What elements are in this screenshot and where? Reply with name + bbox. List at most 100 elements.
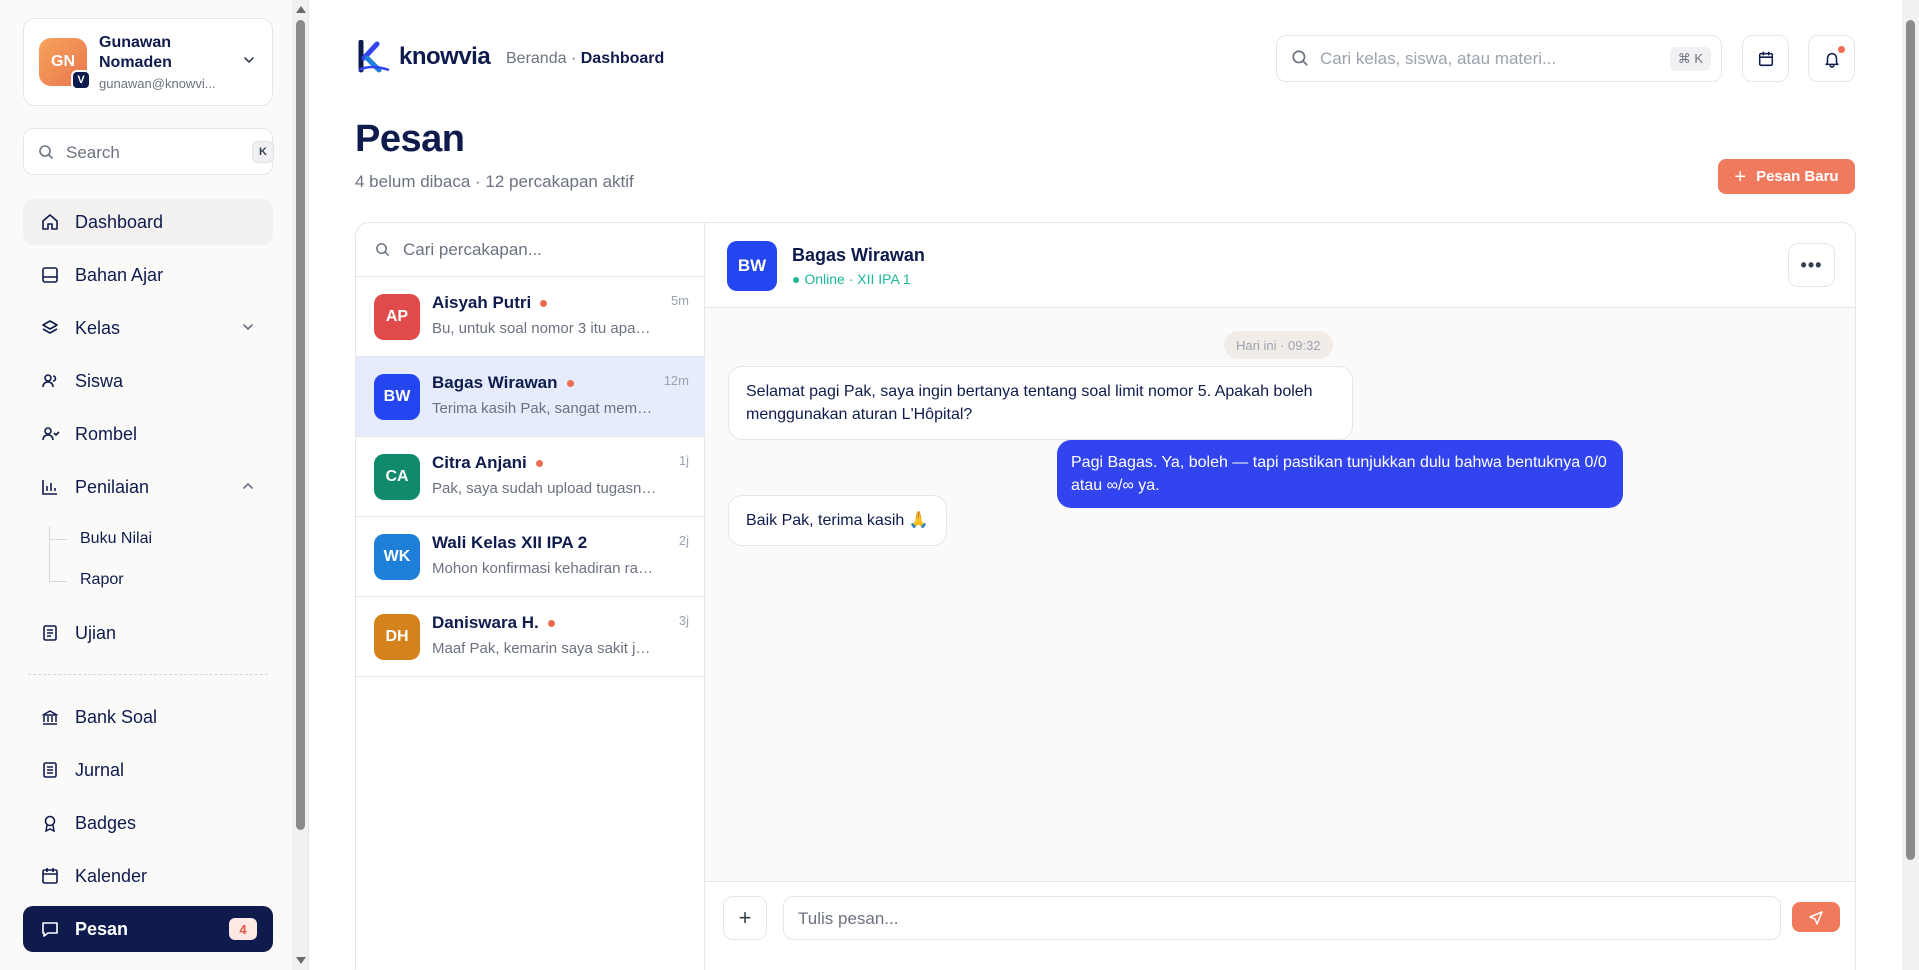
sidebar-item-label: Pesan xyxy=(75,918,129,939)
global-search[interactable]: Cari kelas, siswa, atau materi... ⌘ K xyxy=(1276,35,1722,82)
calendar-button[interactable] xyxy=(1742,35,1789,82)
chat-contact-status: ● Online · XII IPA 1 xyxy=(792,271,911,287)
conversation-item[interactable]: WK Wali Kelas XII IPA 2 Mohon konfirmasi k… xyxy=(356,517,705,597)
sidebar-item-kalender[interactable]: Kalender xyxy=(23,853,273,899)
award-icon xyxy=(39,812,61,834)
conversation-item[interactable]: BW Bagas Wirawan Terima kasih Pak, sangat … xyxy=(356,357,705,437)
user-card[interactable]: GN V Gunawan Nomaden gunawan@knowvi... xyxy=(23,18,273,106)
group-icon xyxy=(39,423,61,445)
sidebar-item-label: Siswa xyxy=(75,370,124,391)
main-content: knowvia Beranda · Dashboard Cari kelas, … xyxy=(309,0,1902,970)
sidebar-item-label: Penilaian xyxy=(75,476,150,497)
sidebar-item-dashboard[interactable]: Dashboard xyxy=(23,199,273,245)
sidebar: GN V Gunawan Nomaden gunawan@knowvi... S… xyxy=(0,0,292,970)
sidebar-item-penilaian[interactable]: Penilaian xyxy=(23,464,273,510)
conversation-time: 12m xyxy=(663,373,689,388)
breadcrumb-current: Dashboard xyxy=(580,50,665,67)
chat-area: BW Bagas Wirawan ● Online · XII IPA 1 ••… xyxy=(705,223,1855,970)
sidebar-subitem-buku-nilai[interactable]: Buku Nilai xyxy=(80,530,152,548)
conversation-preview: Terima kasih Pak, sangat membantu xyxy=(432,400,657,417)
messages-panel: Cari percakapan... AP Aisyah Putri Bu, unt… xyxy=(355,222,1856,970)
chat-contact-name: Bagas Wirawan xyxy=(792,245,925,265)
bank-icon xyxy=(39,706,61,728)
sidebar-item-bank-soal[interactable]: Bank Soal xyxy=(23,694,273,740)
date-chip: Hari ini · 09:32 xyxy=(1224,331,1333,359)
sidebar-item-siswa[interactable]: Siswa xyxy=(23,358,273,404)
unread-dot xyxy=(540,300,548,308)
search-icon xyxy=(39,145,53,159)
sidebar-item-label: Rombel xyxy=(75,423,138,444)
sidebar-item-rombel[interactable]: Rombel xyxy=(23,411,273,457)
conversation-avatar: DH xyxy=(374,614,420,660)
avatar: GN V xyxy=(39,38,91,90)
book-icon xyxy=(39,264,61,286)
sidebar-item-ujian[interactable]: Ujian xyxy=(23,610,273,656)
sidebar-search[interactable]: Search K xyxy=(23,128,274,175)
calendar-icon xyxy=(39,865,61,887)
conversation-time: 1j xyxy=(678,453,689,468)
bar-chart-icon xyxy=(39,476,61,498)
sidebar-item-pesan[interactable]: Pesan 4 xyxy=(23,906,273,952)
chat-messages: Hari ini · 09:32 Selamat pagi Pak, saya … xyxy=(705,308,1855,970)
message-composer: + Tulis pesan... xyxy=(705,881,1855,970)
chat-avatar: BW xyxy=(727,241,777,291)
breadcrumb-separator: · xyxy=(570,50,577,67)
more-options-button[interactable]: ••• xyxy=(1788,243,1835,287)
journal-icon xyxy=(39,759,61,781)
conversation-name: Aisyah Putri xyxy=(432,293,548,313)
conversation-item[interactable]: DH Daniswara H. Maaf Pak, kemarin saya sak… xyxy=(356,597,705,677)
sidebar-item-kelas[interactable]: Kelas xyxy=(23,305,273,351)
sidebar-search-placeholder: Search xyxy=(66,143,120,162)
conversation-name: Citra Anjani xyxy=(432,453,543,473)
conversation-item[interactable]: AP Aisyah Putri Bu, untuk soal nomor 3 itu… xyxy=(356,277,705,357)
conversation-time: 3j xyxy=(678,613,689,628)
sidebar-scrollbar[interactable] xyxy=(292,0,309,970)
conversation-avatar: BW xyxy=(374,374,420,420)
page-subtitle: 4 belum dibaca · 12 percakapan aktif xyxy=(355,172,634,191)
breadcrumb-parent[interactable]: Beranda xyxy=(506,50,567,67)
submenu-line xyxy=(49,526,50,582)
sidebar-item-jurnal[interactable]: Jurnal xyxy=(23,747,273,793)
message-input[interactable]: Tulis pesan... xyxy=(783,896,1781,940)
page-title: Pesan xyxy=(355,118,465,160)
scrollbar-thumb[interactable] xyxy=(1906,20,1915,860)
brand-name: knowvia xyxy=(399,43,491,70)
chevron-up-icon xyxy=(243,482,253,489)
chat-header: BW Bagas Wirawan ● Online · XII IPA 1 ••… xyxy=(705,223,1855,308)
conversation-avatar: WK xyxy=(374,534,420,580)
scroll-down-arrow-icon[interactable] xyxy=(296,957,306,964)
submenu-tick xyxy=(49,581,67,582)
brand-logo[interactable]: knowvia xyxy=(357,40,491,74)
conversation-avatar: CA xyxy=(374,454,420,500)
conversation-preview: Pak, saya sudah upload tugasnya xyxy=(432,480,657,497)
search-icon xyxy=(1292,50,1308,66)
sidebar-item-bahan-ajar[interactable]: Bahan Ajar xyxy=(23,252,273,298)
conversation-time: 2j xyxy=(678,533,689,548)
message-bubble-outgoing: Pagi Bagas. Ya, boleh — tapi pastikan tu… xyxy=(1057,440,1623,508)
global-search-placeholder: Cari kelas, siswa, atau materi... xyxy=(1320,49,1557,68)
sidebar-divider xyxy=(28,674,268,675)
user-name: Gunawan Nomaden xyxy=(99,34,172,71)
scroll-up-arrow-icon[interactable] xyxy=(296,6,306,13)
sidebar-item-badges[interactable]: Badges xyxy=(23,800,273,846)
conversation-avatar: AP xyxy=(374,294,420,340)
send-button[interactable] xyxy=(1792,902,1840,932)
conversation-name: Bagas Wirawan xyxy=(432,373,574,393)
conversation-item[interactable]: CA Citra Anjani Pak, saya sudah upload tug… xyxy=(356,437,705,517)
conversation-search-placeholder: Cari percakapan... xyxy=(403,240,542,259)
page-scrollbar[interactable] xyxy=(1902,0,1919,970)
conversation-list: Cari percakapan... AP Aisyah Putri Bu, unt… xyxy=(356,223,705,970)
attach-button[interactable]: + xyxy=(723,896,767,940)
notifications-button[interactable] xyxy=(1808,35,1855,82)
sidebar-subitem-rapor[interactable]: Rapor xyxy=(80,571,124,589)
knowvia-logo-icon xyxy=(358,40,390,73)
scrollbar-thumb[interactable] xyxy=(296,20,305,830)
new-message-button[interactable]: + Pesan Baru xyxy=(1718,159,1855,194)
message-icon xyxy=(39,918,61,940)
sidebar-item-label: Bahan Ajar xyxy=(75,264,164,285)
unread-dot xyxy=(535,460,543,468)
calendar-icon xyxy=(1758,51,1773,66)
plus-icon: + xyxy=(738,905,752,930)
sidebar-item-label: Badges xyxy=(75,812,137,833)
conversation-search[interactable]: Cari percakapan... xyxy=(356,223,705,277)
